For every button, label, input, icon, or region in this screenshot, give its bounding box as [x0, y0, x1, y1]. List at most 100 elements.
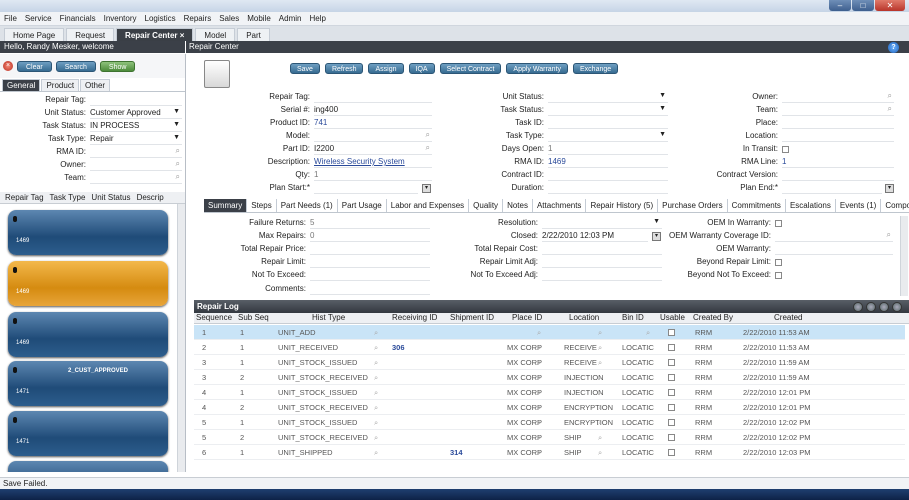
col-created[interactable]: Created: [774, 313, 802, 322]
plan-start-input[interactable]: [314, 183, 418, 194]
show-button[interactable]: Show: [99, 60, 136, 72]
refresh-button[interactable]: Refresh: [324, 63, 364, 74]
search-icon[interactable]: ⌕: [598, 328, 602, 338]
search-icon[interactable]: ⌕: [598, 433, 602, 443]
menu-help[interactable]: Help: [309, 14, 325, 23]
table-row[interactable]: 5 1 UNIT_STOCK_ISSUED MX CORP ENCRYPTION LOCA…: [194, 415, 905, 430]
tab-escalations[interactable]: Escalations: [786, 199, 836, 212]
unit-status-select[interactable]: ▼: [548, 92, 668, 103]
menu-financials[interactable]: Financials: [60, 14, 96, 23]
dropdown-arrow-icon[interactable]: ▼: [173, 121, 180, 128]
team-input[interactable]: ⌕: [90, 172, 182, 184]
col-sequence[interactable]: Sequence: [196, 313, 232, 322]
resolution-select[interactable]: ▼: [542, 218, 662, 229]
close-button[interactable]: ✕: [875, 0, 905, 11]
search-icon[interactable]: ⌕: [537, 418, 541, 428]
search-icon[interactable]: ⌕: [537, 343, 541, 353]
repair-card-selected[interactable]: 1469: [8, 261, 168, 306]
repair-limit-adj-input[interactable]: [542, 257, 662, 268]
first-page-icon[interactable]: [853, 302, 863, 312]
tab-attachments[interactable]: Attachments: [533, 199, 587, 212]
search-button[interactable]: Search: [55, 60, 96, 72]
repair-card[interactable]: [8, 461, 168, 472]
search-icon[interactable]: ⌕: [176, 159, 180, 169]
search-icon[interactable]: ⌕: [374, 433, 378, 443]
col-unit-status[interactable]: Unit Status: [91, 192, 130, 203]
search-icon[interactable]: ⌕: [646, 433, 650, 443]
menu-mobile[interactable]: Mobile: [247, 14, 271, 23]
col-place-id[interactable]: Place ID: [512, 313, 542, 322]
search-icon[interactable]: ⌕: [646, 343, 650, 353]
usable-checkbox[interactable]: [668, 344, 675, 351]
search-icon[interactable]: ⌕: [598, 343, 602, 353]
repair-tag-input[interactable]: [90, 95, 182, 106]
search-icon[interactable]: ⌕: [598, 418, 602, 428]
table-row[interactable]: 5 2 UNIT_STOCK_RECEIVED MX CORP SHIP LOCATIC R…: [194, 430, 905, 445]
tab-notes[interactable]: Notes: [503, 199, 533, 212]
search-icon[interactable]: ⌕: [374, 448, 378, 458]
unit-status-select[interactable]: Customer Approved ▼: [90, 108, 182, 119]
tab-events[interactable]: Events (1): [836, 199, 882, 212]
plan-end-input[interactable]: [782, 183, 882, 194]
maximize-button[interactable]: □: [852, 0, 874, 11]
assign-button[interactable]: Assign: [368, 63, 404, 74]
dropdown-arrow-icon[interactable]: ▼: [659, 131, 666, 138]
tab-labor-expenses[interactable]: Labor and Expenses: [387, 199, 470, 212]
tab-compo[interactable]: Compo: [881, 199, 909, 212]
col-hist-type[interactable]: Hist Type: [312, 313, 345, 322]
repair-card[interactable]: 1469: [8, 312, 168, 357]
tab-part-usage[interactable]: Part Usage: [338, 199, 387, 212]
col-receiving-id[interactable]: Receiving ID: [392, 313, 437, 322]
closed-input[interactable]: 2/22/2010 12:03 PM: [542, 231, 648, 242]
next-page-icon[interactable]: [879, 302, 889, 312]
dropdown-arrow-icon[interactable]: ▼: [659, 105, 666, 112]
menu-file[interactable]: File: [4, 14, 17, 23]
oem-warranty-coverage-input[interactable]: ⌕: [775, 230, 893, 242]
team-input[interactable]: ⌕: [782, 104, 894, 116]
clear-button[interactable]: Clear: [17, 60, 52, 72]
search-icon[interactable]: ⌕: [598, 403, 602, 413]
tab-repair-history[interactable]: Repair History (5): [586, 199, 659, 212]
repair-card[interactable]: 1471: [8, 411, 168, 456]
task-type-select[interactable]: ▼: [548, 131, 668, 142]
tab-summary[interactable]: Summary: [204, 199, 248, 212]
tab-home-page[interactable]: Home Page: [4, 28, 65, 41]
description-link[interactable]: Wireless Security System: [314, 157, 432, 168]
tab-purchase-orders[interactable]: Purchase Orders: [658, 199, 728, 212]
tab-request[interactable]: Request: [66, 28, 115, 41]
tab-product[interactable]: Product: [41, 79, 80, 91]
tab-part-needs[interactable]: Part Needs (1): [277, 199, 338, 212]
in-transit-checkbox[interactable]: [782, 146, 789, 153]
col-created-by[interactable]: Created By: [693, 313, 733, 322]
tab-quality[interactable]: Quality: [469, 199, 504, 212]
tab-other[interactable]: Other: [80, 79, 111, 91]
search-icon[interactable]: ⌕: [374, 358, 378, 368]
prev-page-icon[interactable]: [866, 302, 876, 312]
task-status-select[interactable]: ▼: [548, 105, 668, 116]
tab-commitments[interactable]: Commitments: [728, 199, 786, 212]
col-usable[interactable]: Usable: [660, 313, 685, 322]
rma-id-input[interactable]: ⌕: [90, 146, 182, 158]
owner-input[interactable]: ⌕: [90, 159, 182, 171]
usable-checkbox[interactable]: [668, 434, 675, 441]
table-row[interactable]: 6 1 UNIT_SHIPPED 314 MX CORP SHIP LOCATIC RRM 2/…: [194, 445, 905, 460]
card-scrollbar[interactable]: [177, 204, 185, 472]
search-icon[interactable]: ⌕: [888, 91, 892, 101]
search-icon[interactable]: ⌕: [537, 358, 541, 368]
iqa-button[interactable]: IQA: [408, 63, 435, 74]
calendar-icon[interactable]: ▾: [652, 232, 661, 241]
summary-scrollbar[interactable]: [900, 216, 908, 296]
search-icon[interactable]: ⌕: [537, 373, 541, 383]
col-repair-tag[interactable]: Repair Tag: [5, 192, 44, 203]
last-page-icon[interactable]: [892, 302, 902, 312]
search-icon[interactable]: ⌕: [426, 143, 430, 153]
search-icon[interactable]: ⌕: [598, 373, 602, 383]
col-location[interactable]: Location: [569, 313, 599, 322]
table-row[interactable]: 4 1 UNIT_STOCK_ISSUED MX CORP INJECTION LOCAT…: [194, 385, 905, 400]
not-to-exceed-adj-input[interactable]: [542, 270, 662, 281]
repair-card[interactable]: 1469: [8, 210, 168, 255]
tab-part[interactable]: Part: [237, 28, 270, 41]
search-icon[interactable]: ⌕: [374, 418, 378, 428]
part-id-input[interactable]: I2200 ⌕: [314, 143, 432, 155]
menu-repairs[interactable]: Repairs: [184, 14, 212, 23]
